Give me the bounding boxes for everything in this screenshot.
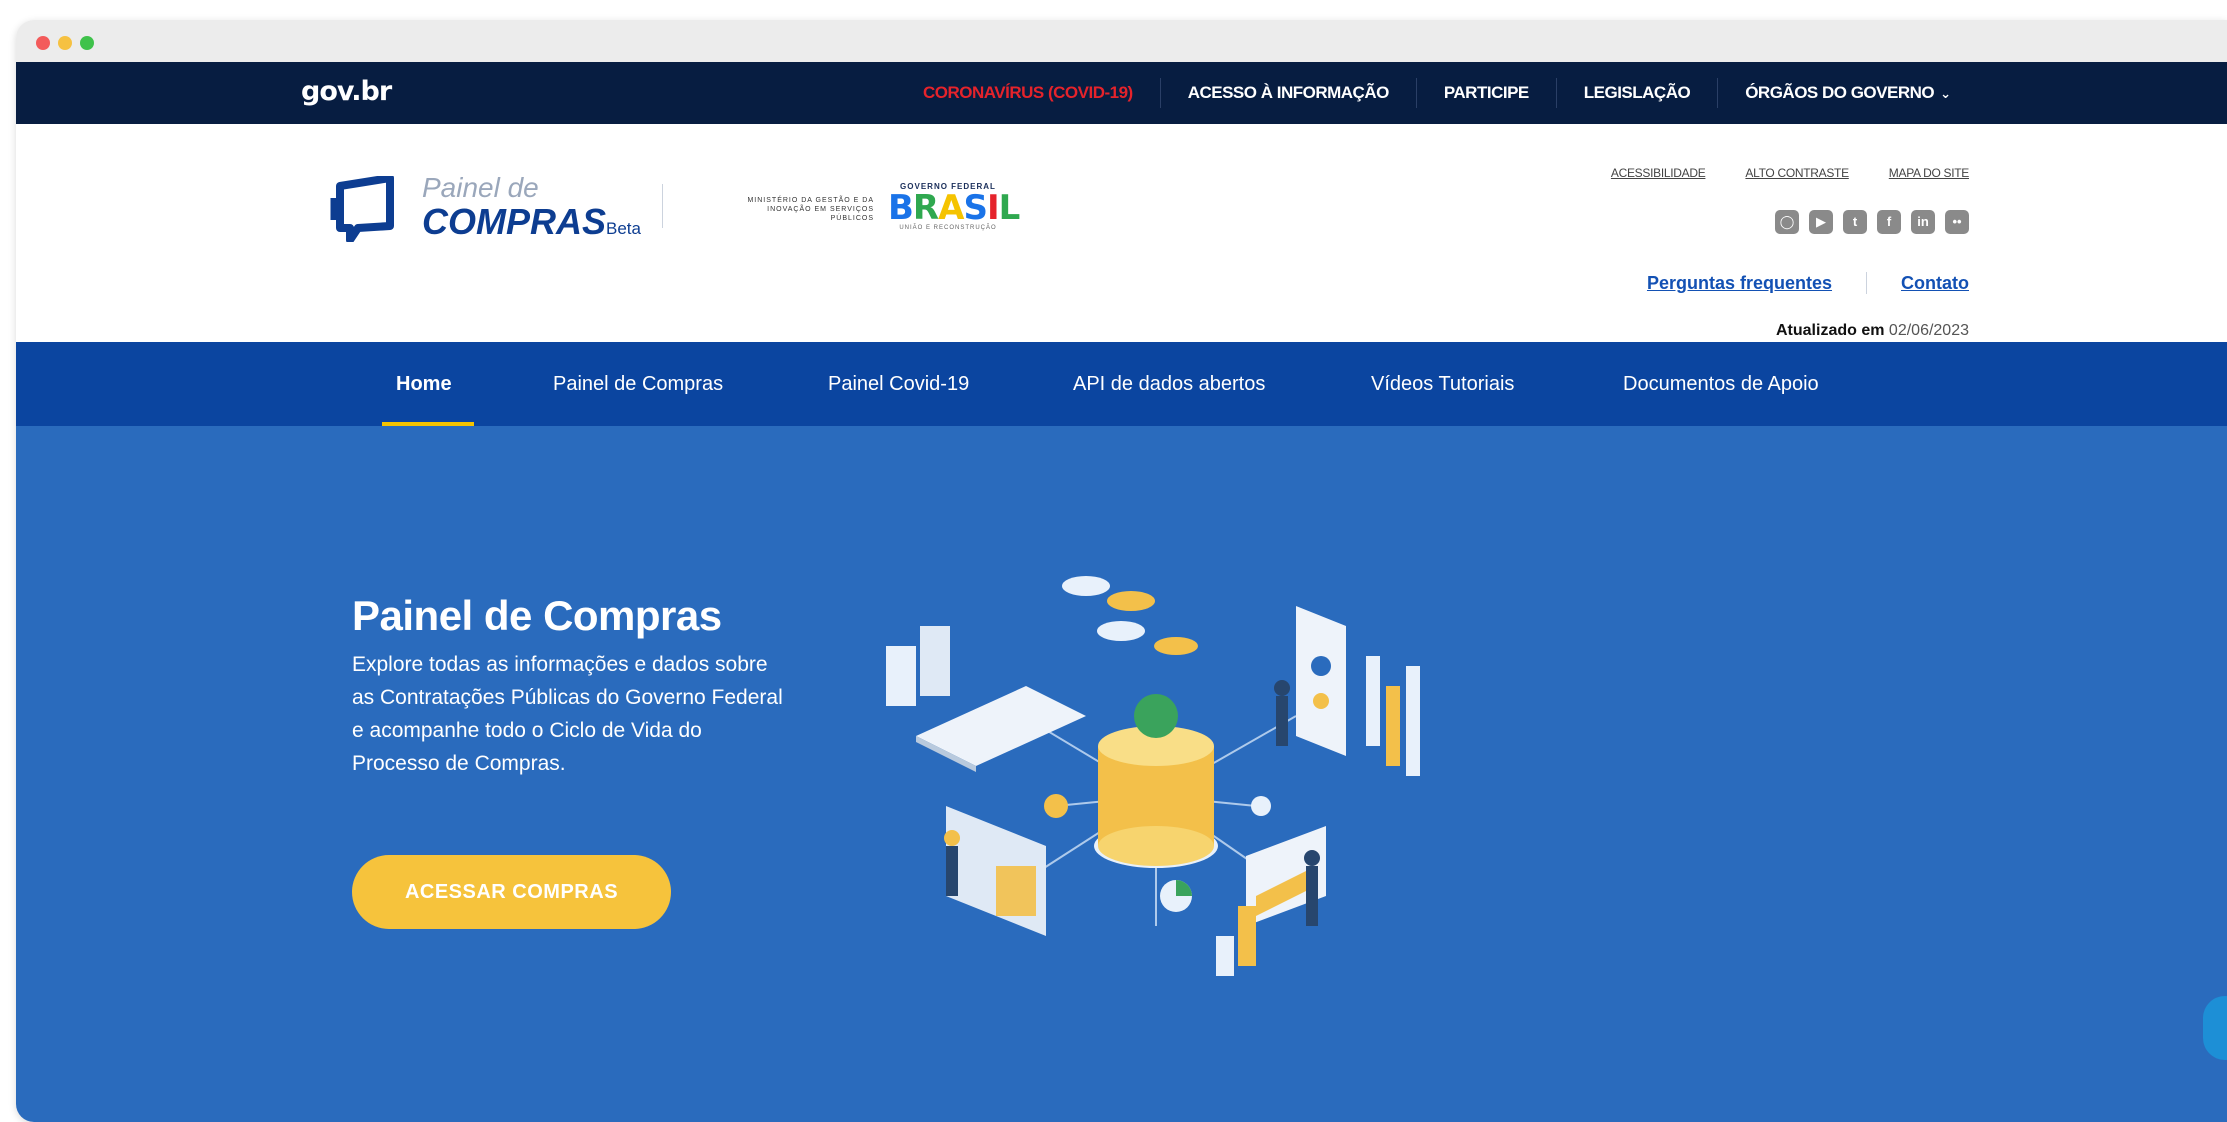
nav-item-painel-covid[interactable]: Painel Covid-19 bbox=[828, 342, 969, 426]
logo-beta: Beta bbox=[606, 219, 641, 238]
accessibility-links: ACESSIBILIDADE ALTO CONTRASTE MAPA DO SI… bbox=[1611, 166, 1969, 180]
faq-link[interactable]: Perguntas frequentes bbox=[1647, 273, 1832, 294]
maximize-window-button[interactable] bbox=[80, 36, 94, 50]
gov-fed-subtitle: UNIÃO E RECONSTRUÇÃO bbox=[899, 225, 997, 231]
hero-illustration bbox=[886, 576, 1420, 976]
hero-section: Painel de Compras Explore todas as infor… bbox=[16, 426, 2227, 1122]
logo-compras: COMPRAS bbox=[422, 201, 607, 242]
minimize-window-button[interactable] bbox=[58, 36, 72, 50]
linkedin-icon[interactable]: in bbox=[1911, 210, 1935, 234]
help-divider bbox=[1866, 272, 1868, 294]
ministry-label: MINISTÉRIO DA GESTÃO E DA INOVAÇÃO EM SE… bbox=[747, 197, 874, 222]
contact-link[interactable]: Contato bbox=[1901, 273, 1969, 294]
twitter-icon[interactable]: t bbox=[1843, 210, 1867, 234]
youtube-icon[interactable]: ▶ bbox=[1809, 210, 1833, 234]
social-icons: ◯ ▶ t f in •• bbox=[1775, 210, 1969, 234]
govbar-link-legislacao[interactable]: LEGISLAÇÃO bbox=[1557, 78, 1719, 108]
nav-item-videos[interactable]: Vídeos Tutoriais bbox=[1371, 342, 1514, 426]
side-help-tab[interactable] bbox=[2203, 996, 2227, 1060]
nav-item-documentos[interactable]: Documentos de Apoio bbox=[1623, 342, 1819, 426]
chevron-down-icon: ⌄ bbox=[1940, 86, 1951, 101]
instagram-icon[interactable]: ◯ bbox=[1775, 210, 1799, 234]
logo-line1: Painel de bbox=[422, 172, 539, 203]
site-header: Painel de COMPRASBeta MINISTÉRIO DA GEST… bbox=[16, 124, 2227, 342]
nav-item-api[interactable]: API de dados abertos bbox=[1073, 342, 1265, 426]
gov-top-bar: gov.br CORONAVÍRUS (COVID-19) ACESSO À I… bbox=[16, 62, 2227, 124]
nav-item-home[interactable]: Home bbox=[396, 342, 452, 426]
govbr-logo[interactable]: gov.br bbox=[301, 76, 392, 107]
govbar-link-orgaos[interactable]: ÓRGÃOS DO GOVERNO ⌄ bbox=[1718, 78, 1977, 108]
browser-window: gov.br CORONAVÍRUS (COVID-19) ACESSO À I… bbox=[16, 20, 2227, 1122]
gov-links: CORONAVÍRUS (COVID-19) ACESSO À INFORMAÇ… bbox=[896, 62, 1978, 124]
window-titlebar bbox=[16, 20, 2227, 62]
flickr-icon[interactable]: •• bbox=[1945, 210, 1969, 234]
main-nav: Home Painel de Compras Painel Covid-19 A… bbox=[16, 342, 2227, 426]
painel-logo-icon[interactable] bbox=[330, 176, 402, 242]
close-window-button[interactable] bbox=[36, 36, 50, 50]
painel-logo-title[interactable]: Painel de COMPRASBeta bbox=[422, 174, 641, 240]
link-mapa-do-site[interactable]: MAPA DO SITE bbox=[1889, 166, 1970, 180]
govbar-link-orgaos-label: ÓRGÃOS DO GOVERNO bbox=[1745, 83, 1935, 102]
govbar-link-covid[interactable]: CORONAVÍRUS (COVID-19) bbox=[896, 78, 1161, 108]
link-acessibilidade[interactable]: ACESSIBILIDADE bbox=[1611, 166, 1706, 180]
hero-description: Explore todas as informações e dados sob… bbox=[352, 653, 783, 775]
link-alto-contraste[interactable]: ALTO CONTRASTE bbox=[1745, 166, 1849, 180]
govbar-link-acesso[interactable]: ACESSO À INFORMAÇÃO bbox=[1161, 78, 1417, 108]
logo-line2: COMPRASBeta bbox=[422, 204, 641, 240]
logo-divider bbox=[662, 184, 663, 228]
last-updated: Atualizado em 02/06/2023 bbox=[1776, 322, 1969, 340]
updated-date: 02/06/2023 bbox=[1888, 322, 1969, 339]
updated-label: Atualizado em bbox=[1776, 322, 1885, 339]
govbar-link-participe[interactable]: PARTICIPE bbox=[1417, 78, 1557, 108]
brasil-wordmark: BRASIL bbox=[888, 188, 1020, 228]
hero-title: Painel de Compras bbox=[352, 592, 722, 639]
help-links: Perguntas frequentes Contato bbox=[1647, 272, 1969, 294]
central-database-graphic bbox=[1094, 694, 1218, 868]
facebook-icon[interactable]: f bbox=[1877, 210, 1901, 234]
acessar-compras-button[interactable]: ACESSAR COMPRAS bbox=[352, 855, 671, 929]
governo-federal-logo: GOVERNO FEDERAL BRASIL UNIÃO E RECONSTRU… bbox=[888, 182, 1020, 231]
nav-item-painel-compras[interactable]: Painel de Compras bbox=[553, 342, 723, 426]
